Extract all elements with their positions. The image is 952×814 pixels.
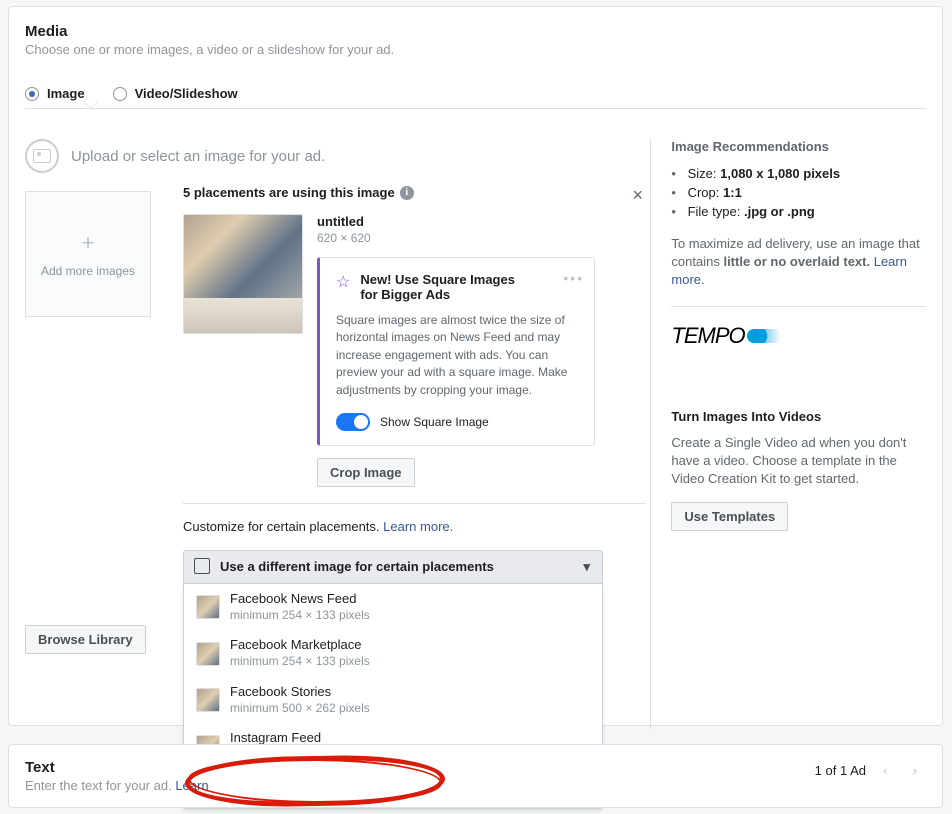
rec-crop: Crop: 1:1 [671, 183, 926, 202]
image-dimensions: 620 × 620 [317, 231, 595, 245]
tab-video-label: Video/Slideshow [135, 86, 238, 101]
dropdown-header-label: Use a different image for certain placem… [220, 559, 494, 574]
picture-icon [25, 139, 59, 173]
text-subtitle: Enter the text for your ad. Learn [25, 778, 209, 793]
placement-label: Facebook News Feed [230, 591, 370, 608]
tempo-logo: TEMPO [671, 323, 926, 349]
tip-more-menu[interactable]: ••• [563, 270, 584, 286]
customize-text: Customize for certain placements. [183, 519, 380, 534]
placement-sub: minimum 254 × 133 pixels [230, 608, 370, 624]
rec-size-value: 1,080 x 1,080 pixels [720, 166, 840, 181]
rec-file-value: .jpg or .png [744, 204, 815, 219]
rec-note-bold: little or no overlaid text. [723, 254, 870, 269]
placements-dropdown-toggle[interactable]: Use a different image for certain placem… [183, 550, 603, 584]
placement-sub: minimum 254 × 133 pixels [230, 654, 370, 670]
text-title: Text [25, 759, 209, 776]
tempo-swoosh-icon [747, 329, 781, 343]
placement-option-facebook-stories[interactable]: Facebook Stories minimum 500 × 262 pixel… [184, 677, 602, 723]
rec-size: Size: 1,080 x 1,080 pixels [671, 164, 926, 183]
text-card: Text Enter the text for your ad. Learn 1… [8, 744, 943, 808]
recommendations-note: To maximize ad delivery, use an image th… [671, 235, 926, 290]
turn-images-into-videos-body: Create a Single Video ad when you don't … [671, 434, 926, 489]
crop-image-button[interactable]: Crop Image [317, 458, 415, 487]
image-filename: untitled [317, 214, 595, 229]
crop-image-label: Crop Image [330, 465, 402, 480]
media-title: Media [25, 23, 926, 40]
placement-option-facebook-news-feed[interactable]: Facebook News Feed minimum 254 × 133 pix… [184, 584, 602, 630]
placement-label: Facebook Marketplace [230, 637, 370, 654]
radio-unselected-icon [113, 87, 127, 101]
stack-icon [196, 560, 210, 574]
turn-images-into-videos-title: Turn Images Into Videos [671, 409, 926, 424]
media-subtitle: Choose one or more images, a video or a … [25, 42, 926, 57]
add-more-images-label: Add more images [41, 264, 135, 278]
tab-image[interactable]: Image [25, 86, 85, 101]
radio-selected-icon [25, 87, 39, 101]
rec-file-label: File type: [688, 204, 741, 219]
media-content: Upload or select an image for your ad. +… [25, 139, 926, 729]
ad-pager: 1 of 1 Ad ‹ › [815, 759, 926, 781]
add-more-images-button[interactable]: + Add more images [25, 191, 151, 317]
plus-icon: + [82, 230, 95, 256]
image-meta: untitled 620 × 620 ☆ New! Use Square Ima… [317, 214, 595, 446]
browse-library-label: Browse Library [38, 632, 133, 647]
image-panel: 5 placements are using this image i × un… [183, 185, 645, 809]
placement-label: Facebook Stories [230, 684, 370, 701]
placements-using-line: 5 placements are using this image i [183, 185, 645, 200]
tip-title: New! Use Square Images for Bigger Ads [360, 272, 530, 302]
square-image-tip: ☆ New! Use Square Images for Bigger Ads … [317, 257, 595, 446]
rec-size-label: Size: [688, 166, 717, 181]
text-subtitle-prefix: Enter the text for your ad. [25, 778, 172, 793]
pager-next-button[interactable]: › [904, 759, 926, 781]
toggle-label: Show Square Image [380, 415, 489, 429]
browse-library-button[interactable]: Browse Library [25, 625, 146, 654]
pager-prev-button[interactable]: ‹ [874, 759, 896, 781]
customize-learn-more-link[interactable]: Learn more. [383, 519, 453, 534]
use-templates-label: Use Templates [684, 509, 775, 524]
rec-filetype: File type: .jpg or .png [671, 202, 926, 221]
media-card: Media Choose one or more images, a video… [8, 6, 943, 726]
image-block: untitled 620 × 620 ☆ New! Use Square Ima… [183, 214, 645, 446]
placement-thumb-icon [196, 688, 220, 712]
media-left-col: Upload or select an image for your ad. +… [25, 139, 636, 729]
image-recommendations-panel: Image Recommendations Size: 1,080 x 1,08… [650, 139, 926, 729]
rec-crop-value: 1:1 [723, 185, 742, 200]
tip-body: Square images are almost twice the size … [336, 312, 578, 399]
star-icon: ☆ [336, 272, 350, 292]
placement-thumb-icon [196, 595, 220, 619]
image-thumbnail[interactable] [183, 214, 303, 334]
media-tabs: Image Video/Slideshow [25, 79, 926, 109]
use-templates-button[interactable]: Use Templates [671, 502, 788, 531]
close-image-panel-button[interactable]: × [632, 185, 643, 206]
info-icon[interactable]: i [400, 186, 414, 200]
rec-crop-label: Crop: [688, 185, 720, 200]
tempo-logo-text: TEMPO [671, 323, 744, 349]
text-learn-link[interactable]: Learn [175, 778, 208, 793]
upload-hint-text: Upload or select an image for your ad. [71, 148, 325, 165]
tab-indicator-icon [83, 101, 99, 109]
placements-using-text: 5 placements are using this image [183, 185, 395, 200]
placement-option-facebook-marketplace[interactable]: Facebook Marketplace minimum 254 × 133 p… [184, 630, 602, 676]
upload-hint-row: Upload or select an image for your ad. [25, 139, 636, 173]
tab-image-label: Image [47, 86, 85, 101]
ad-pager-label: 1 of 1 Ad [815, 763, 866, 778]
tab-video-slideshow[interactable]: Video/Slideshow [113, 86, 238, 101]
placement-thumb-icon [196, 642, 220, 666]
recommendations-list: Size: 1,080 x 1,080 pixels Crop: 1:1 Fil… [671, 164, 926, 221]
recommendations-title: Image Recommendations [671, 139, 926, 154]
placement-sub: minimum 500 × 262 pixels [230, 701, 370, 717]
show-square-image-toggle[interactable] [336, 413, 370, 431]
chevron-down-icon: ▾ [583, 559, 590, 575]
